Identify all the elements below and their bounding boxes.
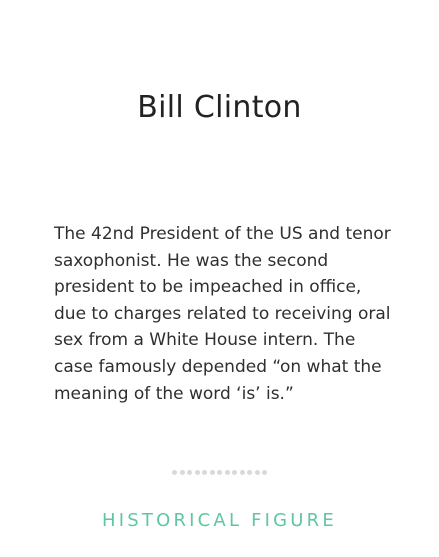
pagination-dot[interactable] [232, 470, 237, 475]
pagination-dot[interactable] [194, 470, 200, 475]
pagination-dot[interactable] [172, 470, 177, 475]
card-title: Bill Clinton [137, 90, 302, 125]
flash-card[interactable]: Bill Clinton The 42nd President of the U… [0, 0, 439, 557]
pagination-dot[interactable] [179, 470, 185, 475]
card-category-label: HISTORICAL FIGURE [102, 510, 337, 531]
pagination-dot[interactable] [202, 470, 207, 475]
pagination-dot[interactable] [217, 470, 222, 475]
pagination-dot[interactable] [239, 470, 245, 475]
pagination-dot[interactable] [224, 470, 230, 475]
pagination-dots [0, 470, 439, 475]
pagination-dot[interactable] [247, 470, 252, 475]
pagination-dot[interactable] [187, 470, 192, 475]
pagination-dot[interactable] [262, 470, 267, 475]
pagination-dot[interactable] [254, 470, 260, 475]
card-description: The 42nd President of the US and tenor s… [54, 224, 391, 404]
pagination-dot[interactable] [209, 470, 215, 475]
